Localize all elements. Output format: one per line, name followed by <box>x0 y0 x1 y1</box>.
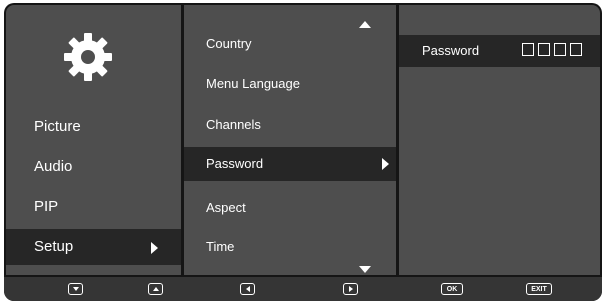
menu-item-audio[interactable]: Audio <box>34 158 72 175</box>
password-panel: Password <box>399 5 600 275</box>
submenu-item-password[interactable]: Password <box>184 147 396 181</box>
main-menu-panel: Picture Audio PIP Setup <box>6 5 181 275</box>
triangle-right-icon <box>348 286 353 292</box>
submenu-item-aspect[interactable]: Aspect <box>206 200 246 215</box>
password-label: Password <box>422 43 480 58</box>
menu-item-setup[interactable]: Setup <box>6 229 181 265</box>
triangle-up-icon <box>152 287 159 291</box>
gear-icon <box>64 33 112 81</box>
ok-button-label: OK <box>446 285 458 293</box>
submenu-item-country[interactable]: Country <box>206 36 252 51</box>
menu-item-setup-label: Setup <box>34 238 74 255</box>
submenu-item-channels[interactable]: Channels <box>206 117 261 132</box>
triangle-left-icon <box>245 286 250 292</box>
right-button[interactable] <box>343 283 358 295</box>
scroll-up-icon[interactable] <box>359 21 371 28</box>
password-input[interactable] <box>522 43 582 56</box>
arrow-right-icon <box>151 242 158 254</box>
down-button[interactable] <box>68 283 83 295</box>
left-button[interactable] <box>240 283 255 295</box>
arrow-right-icon <box>382 158 389 170</box>
tv-menu: Picture Audio PIP Setup Country Menu Lan… <box>4 3 602 301</box>
password-row[interactable]: Password <box>399 35 600 67</box>
triangle-down-icon <box>72 287 79 291</box>
menu-item-picture[interactable]: Picture <box>34 118 81 135</box>
remote-hint-bar: OK EXIT <box>4 277 602 301</box>
setup-submenu-panel: Country Menu Language Channels Password … <box>184 5 396 275</box>
password-digit-box[interactable] <box>522 43 534 56</box>
submenu-item-menu-language[interactable]: Menu Language <box>206 76 300 91</box>
scroll-down-icon[interactable] <box>359 266 371 273</box>
exit-button[interactable]: EXIT <box>526 283 552 295</box>
submenu-item-password-label: Password <box>206 156 264 171</box>
password-digit-box[interactable] <box>538 43 550 56</box>
ok-button[interactable]: OK <box>441 283 463 295</box>
password-digit-box[interactable] <box>554 43 566 56</box>
submenu-item-time[interactable]: Time <box>206 239 234 254</box>
exit-button-label: EXIT <box>531 285 547 293</box>
password-digit-box[interactable] <box>570 43 582 56</box>
up-button[interactable] <box>148 283 163 295</box>
menu-item-pip[interactable]: PIP <box>34 198 58 215</box>
